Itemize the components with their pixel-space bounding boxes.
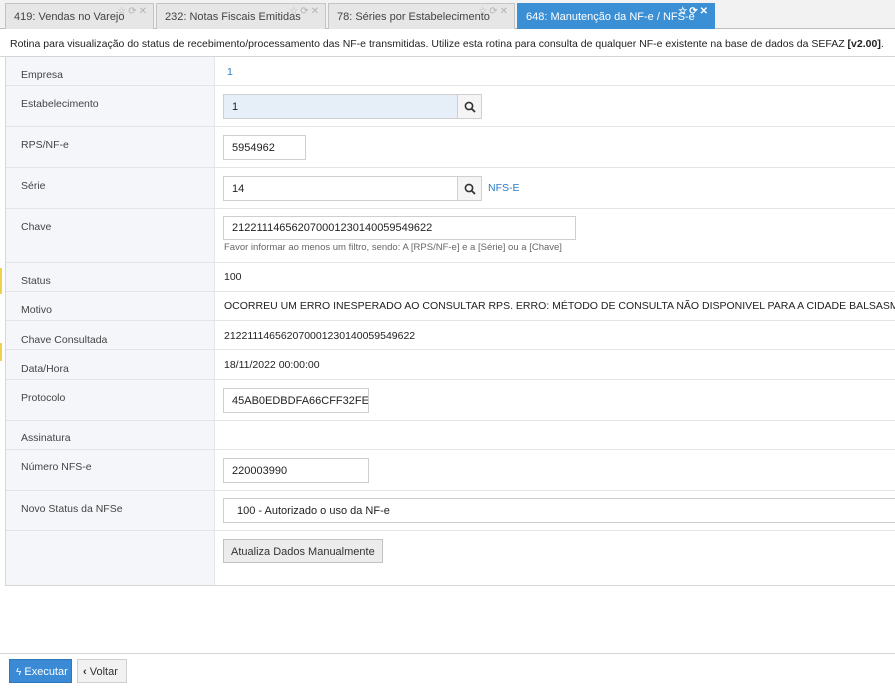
search-icon [464,101,476,113]
rps-input[interactable]: 5954962 [223,135,306,160]
row-empresa: Empresa 1 [6,57,895,86]
chave-hint: Favor informar ao menos um filtro, sendo… [224,242,562,253]
tab-label: 648: Manutenção da NF-e / NFS-e [526,11,695,23]
motivo-label: Motivo [21,304,52,316]
serie-description-link[interactable]: NFS-E [488,182,520,194]
chave-label: Chave [21,221,52,233]
chave-input[interactable]: 212211146562070001230140059549622 [223,216,576,240]
status-label: Status [21,275,51,287]
atualiza-dados-button[interactable]: Atualiza Dados Manualmente [223,539,383,563]
numero-nfse-label: Número NFS-e [21,461,92,473]
row-serie: Série 14 NFS-E [6,168,895,209]
row-numero-nfse: Número NFS-e 220003990 [6,450,895,491]
novo-status-select[interactable]: 100 - Autorizado o uso da NF-e [223,498,895,523]
close-icon[interactable]: ✕ [311,6,321,17]
routine-description: Rotina para visualização do status de re… [0,29,895,57]
row-status: Status 100 [6,263,895,292]
data-hora-label: Data/Hora [21,363,69,375]
row-estabelecimento: Estabelecimento 1 [6,86,895,127]
serie-search-button[interactable] [457,176,482,201]
chave-consultada-value: 212211146562070001230140059549622 [224,330,416,342]
row-protocolo: Protocolo 45AB0EDBDFA66CFF32FE [6,380,895,421]
tab-series-estabelecimento[interactable]: 78: Séries por Estabelecimento ☆⟳✕ [328,3,515,29]
estabelecimento-label: Estabelecimento [21,98,99,110]
refresh-icon[interactable]: ⟳ [689,6,699,17]
version-label: [v2.00] [847,38,881,50]
chevron-left-icon: ‹ [83,666,87,678]
tab-label: 419: Vendas no Varejo [14,11,125,23]
footer-bar: ϟ Executar ‹ Voltar [0,653,895,689]
serie-input[interactable]: 14 [223,176,458,201]
row-assinatura: Assinatura [6,421,895,450]
search-icon [464,183,476,195]
star-icon[interactable]: ☆ [678,6,689,17]
refresh-icon[interactable]: ⟳ [128,6,138,17]
form-panel: Empresa 1 Estabelecimento 1 RPS/NF-e 595… [5,57,895,586]
row-chave: Chave 212211146562070001230140059549622 … [6,209,895,263]
close-icon[interactable]: ✕ [500,6,510,17]
description-text: Rotina para visualização do status de re… [10,38,848,50]
row-novo-status: Novo Status da NFSe 100 - Autorizado o u… [6,491,895,531]
tab-notas-fiscais[interactable]: 232: Notas Fiscais Emitidas ☆⟳✕ [156,3,326,29]
execute-button[interactable]: ϟ Executar [9,659,72,683]
execute-label: Executar [24,666,68,678]
side-marker [0,268,2,294]
rps-label: RPS/NF-e [21,139,69,151]
back-button[interactable]: ‹ Voltar [77,659,127,683]
status-value: 100 [224,271,242,283]
close-icon[interactable]: ✕ [700,6,710,17]
row-motivo: Motivo OCORREU UM ERRO INESPERADO AO CON… [6,292,895,321]
bolt-icon: ϟ [16,667,22,678]
tab-icons: ☆⟳✕ [117,6,149,17]
novo-status-label: Novo Status da NFSe [21,503,123,515]
refresh-icon[interactable]: ⟳ [300,6,310,17]
back-label: Voltar [89,666,118,678]
numero-nfse-input[interactable]: 220003990 [223,458,369,483]
tab-label: 78: Séries por Estabelecimento [337,11,490,23]
star-icon[interactable]: ☆ [289,6,300,17]
estabelecimento-search-button[interactable] [457,94,482,119]
refresh-icon[interactable]: ⟳ [489,6,499,17]
tab-manutencao-nfe[interactable]: 648: Manutenção da NF-e / NFS-e ☆⟳✕ [517,3,715,29]
row-data-hora: Data/Hora 18/11/2022 00:00:00 [6,350,895,380]
tab-bar: 419: Vendas no Varejo ☆⟳✕ 232: Notas Fis… [0,0,895,29]
side-marker [0,343,2,361]
chave-consultada-label: Chave Consultada [21,334,108,346]
row-rps: RPS/NF-e 5954962 [6,127,895,168]
row-chave-consultada: Chave Consultada 21221114656207000123014… [6,321,895,350]
description-end: . [880,38,884,50]
protocolo-label: Protocolo [21,392,66,404]
motivo-value: OCORREU UM ERRO INESPERADO AO CONSULTAR … [224,300,895,312]
serie-label: Série [21,180,46,192]
tab-label: 232: Notas Fiscais Emitidas [165,11,301,23]
star-icon[interactable]: ☆ [117,6,128,17]
data-hora-value: 18/11/2022 00:00:00 [224,359,320,371]
empresa-value[interactable]: 1 [227,66,233,78]
tab-icons: ☆⟳✕ [678,6,710,17]
close-icon[interactable]: ✕ [139,6,149,17]
tab-icons: ☆⟳✕ [478,6,510,17]
assinatura-label: Assinatura [21,432,71,444]
protocolo-input[interactable]: 45AB0EDBDFA66CFF32FE [223,388,369,413]
star-icon[interactable]: ☆ [478,6,489,17]
tab-icons: ☆⟳✕ [289,6,321,17]
tab-vendas-varejo[interactable]: 419: Vendas no Varejo ☆⟳✕ [5,3,154,29]
estabelecimento-input[interactable]: 1 [223,94,458,119]
empresa-label: Empresa [21,69,64,81]
